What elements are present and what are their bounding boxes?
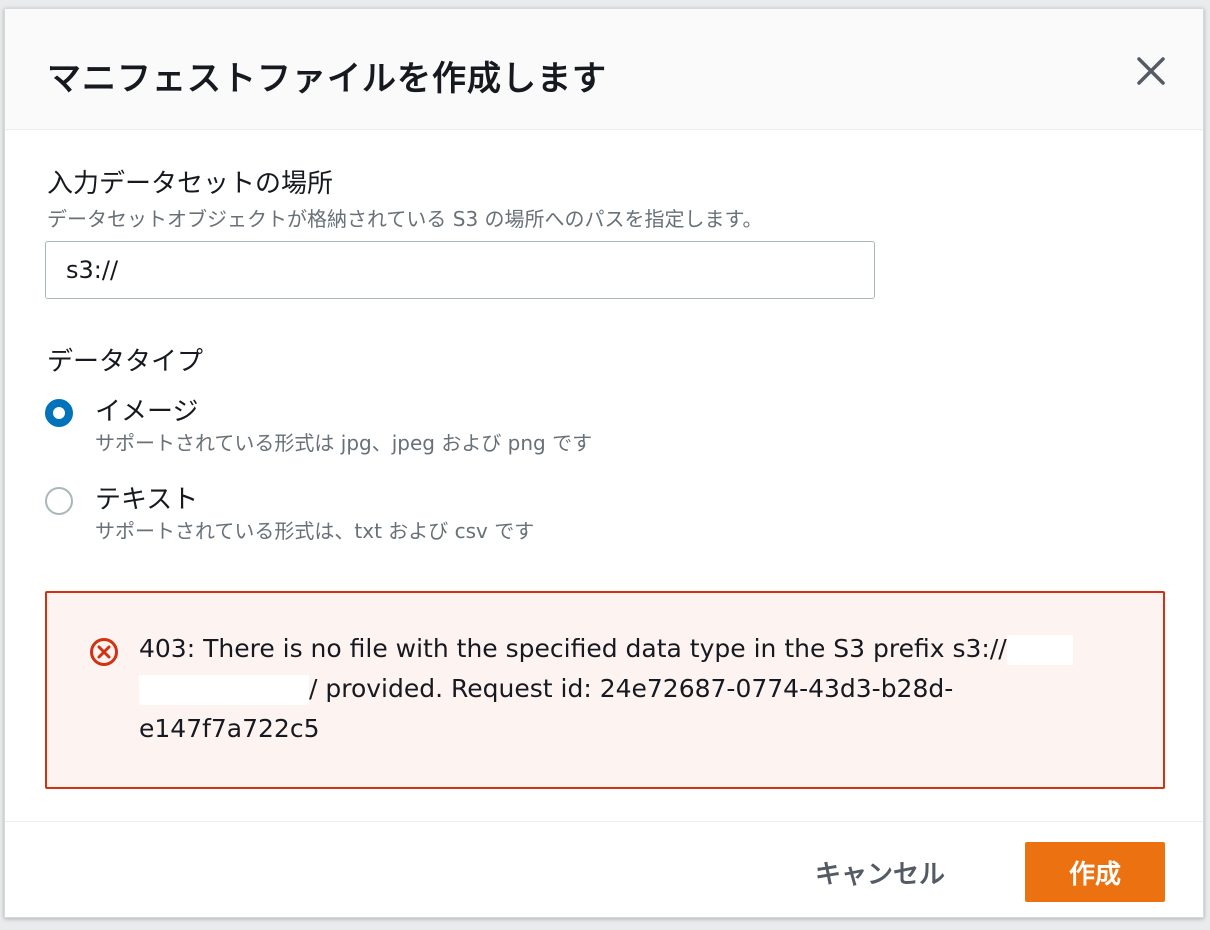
s3-location-input[interactable] <box>45 241 875 299</box>
error-message-line1: 403: There is no file with the specified… <box>139 634 1007 663</box>
error-icon <box>90 638 118 666</box>
error-message-line3: e147f7a722c5 <box>139 714 320 743</box>
close-button[interactable] <box>1133 53 1169 89</box>
cancel-button[interactable]: キャンセル <box>795 842 965 902</box>
image-radio-button[interactable] <box>45 399 73 427</box>
close-icon <box>1137 57 1165 85</box>
error-message: 403: There is no file with the specified… <box>139 629 1099 749</box>
data-type-label: データタイプ <box>47 347 204 377</box>
modal-title: マニフェストファイルを作成します <box>47 59 607 99</box>
error-alert: 403: There is no file with the specified… <box>45 591 1165 789</box>
create-button[interactable]: 作成 <box>1025 842 1165 902</box>
location-description: データセットオブジェクトが格納されている S3 の場所へのパスを指定します。 <box>47 207 763 231</box>
error-message-line2: / provided. Request id: 24e72687-0774-43… <box>309 674 954 703</box>
create-manifest-modal: マニフェストファイルを作成します 入力データセットの場所 データセットオブジェク… <box>4 8 1204 918</box>
text-option-label: テキスト <box>95 485 199 515</box>
text-radio-button[interactable] <box>45 487 73 515</box>
modal-header: マニフェストファイルを作成します <box>5 9 1203 130</box>
image-option-description: サポートされている形式は jpg、jpeg および png です <box>95 431 593 455</box>
modal-footer: キャンセル 作成 <box>5 821 1203 917</box>
image-option-label: イメージ <box>95 397 199 427</box>
text-option-description: サポートされている形式は、txt および csv です <box>95 519 535 543</box>
redacted-text <box>139 675 309 705</box>
redacted-text <box>1006 635 1073 665</box>
location-label: 入力データセットの場所 <box>47 169 334 199</box>
